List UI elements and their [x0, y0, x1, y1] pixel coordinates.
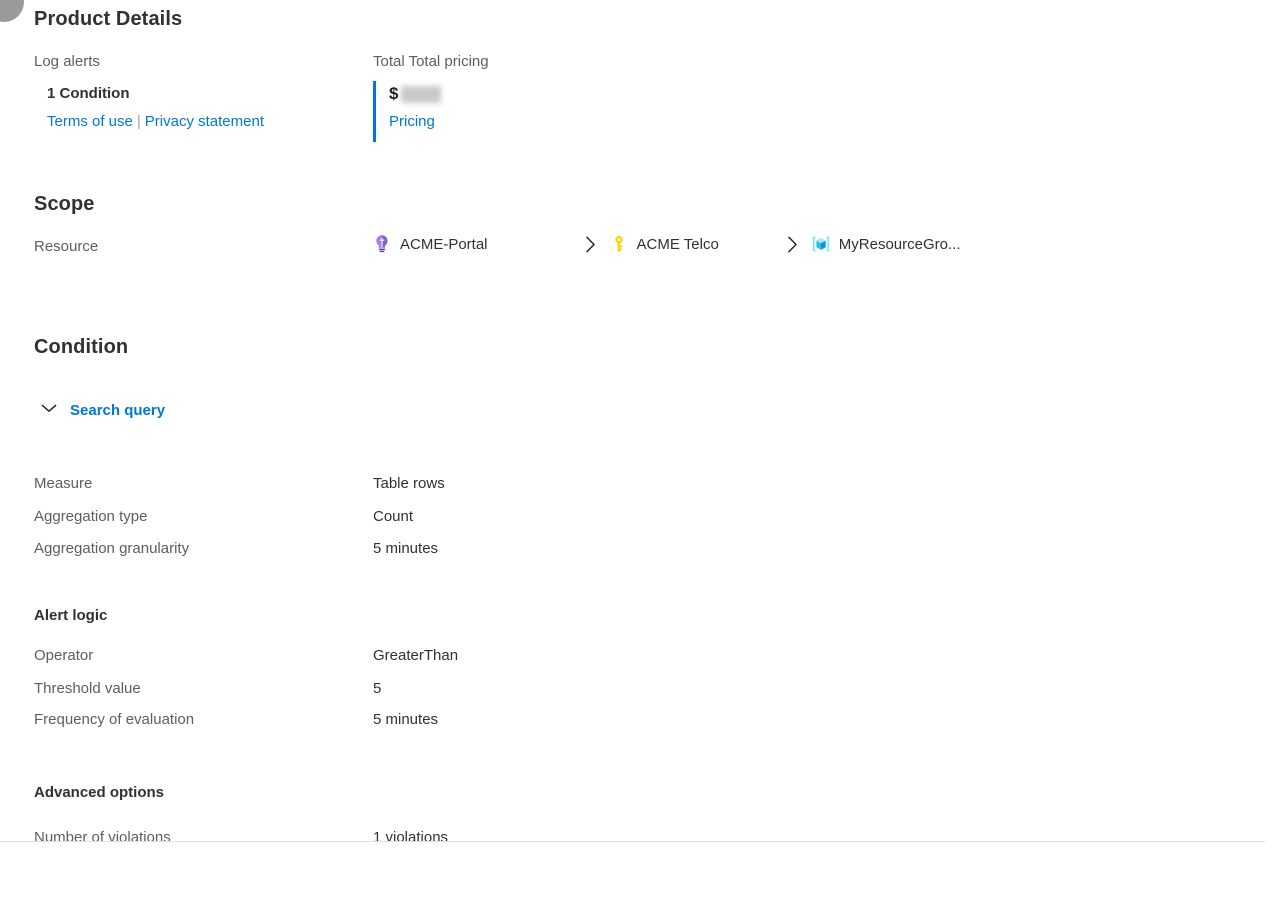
pricing-amount: $: [389, 81, 442, 107]
azure-directory-icon: [373, 234, 391, 254]
threshold-value-value: 5: [373, 680, 382, 697]
search-query-label: Search query: [70, 401, 166, 419]
chevron-right-icon: [572, 235, 610, 253]
chevron-down-icon: [40, 401, 58, 419]
legal-links: Terms of use | Privacy statement: [47, 113, 264, 131]
resource-label: Resource: [34, 238, 99, 255]
total-pricing-label: Total Total pricing: [373, 53, 489, 70]
operator-label: Operator: [34, 647, 94, 664]
measure-label: Measure: [34, 475, 93, 492]
aggregation-type-label: Aggregation type: [34, 508, 148, 525]
breadcrumb-label-directory: ACME-Portal: [400, 235, 488, 253]
number-of-violations-value: 1 violations: [373, 829, 449, 841]
frequency-of-evaluation-label: Frequency of evaluation: [34, 711, 195, 728]
operator-value: GreaterThan: [373, 647, 459, 664]
redacted-price-value: [401, 85, 442, 103]
chevron-right-icon-2: [774, 235, 812, 253]
alert-logic-heading: Alert logic: [34, 607, 108, 624]
aggregation-type-value: Count: [373, 508, 414, 525]
threshold-value-label: Threshold value: [34, 680, 141, 697]
breadcrumb-item-subscription[interactable]: ACME Telco: [610, 234, 719, 254]
number-of-violations-label: Number of violations: [34, 829, 171, 841]
azure-subscription-key-icon: [610, 234, 628, 254]
offer-name-label: Log alerts: [34, 53, 100, 70]
pricing-card: $ Pricing: [373, 81, 442, 142]
currency-symbol: $: [389, 84, 399, 103]
pricing-link[interactable]: Pricing: [389, 113, 441, 130]
condition-heading: Condition: [34, 336, 129, 358]
aggregation-granularity-label: Aggregation granularity: [34, 540, 190, 557]
product-details-heading: Product Details: [34, 8, 183, 30]
measure-value: Table rows: [373, 475, 445, 492]
footer-action-bar: Create Previous: [0, 842, 1287, 915]
breadcrumb-label-resource-group: MyResourceGro...: [838, 235, 961, 253]
scope-heading: Scope: [34, 193, 95, 215]
search-query-expander[interactable]: Search query: [40, 401, 165, 419]
resource-breadcrumb: ACME-Portal ACME Telco MyResourceGro...: [373, 234, 961, 254]
breadcrumb-item-resource-group[interactable]: MyResourceGro...: [812, 234, 961, 254]
breadcrumb-item-directory[interactable]: ACME-Portal: [373, 234, 488, 254]
review-content-scroll-region[interactable]: Product Details Log alerts 1 Condition T…: [0, 0, 1287, 841]
azure-resource-group-icon: [812, 234, 830, 254]
frequency-of-evaluation-value: 5 minutes: [373, 711, 439, 728]
advanced-options-heading: Advanced options: [34, 784, 165, 801]
review-create-page: Product Details Log alerts 1 Condition T…: [0, 0, 1287, 915]
legal-links-separator: |: [136, 113, 141, 130]
breadcrumb-label-subscription: ACME Telco: [636, 235, 719, 253]
privacy-statement-link[interactable]: Privacy statement: [145, 113, 264, 130]
terms-of-use-link[interactable]: Terms of use: [47, 113, 133, 130]
condition-count-value: 1 Condition: [47, 85, 130, 102]
aggregation-granularity-value: 5 minutes: [373, 540, 439, 557]
